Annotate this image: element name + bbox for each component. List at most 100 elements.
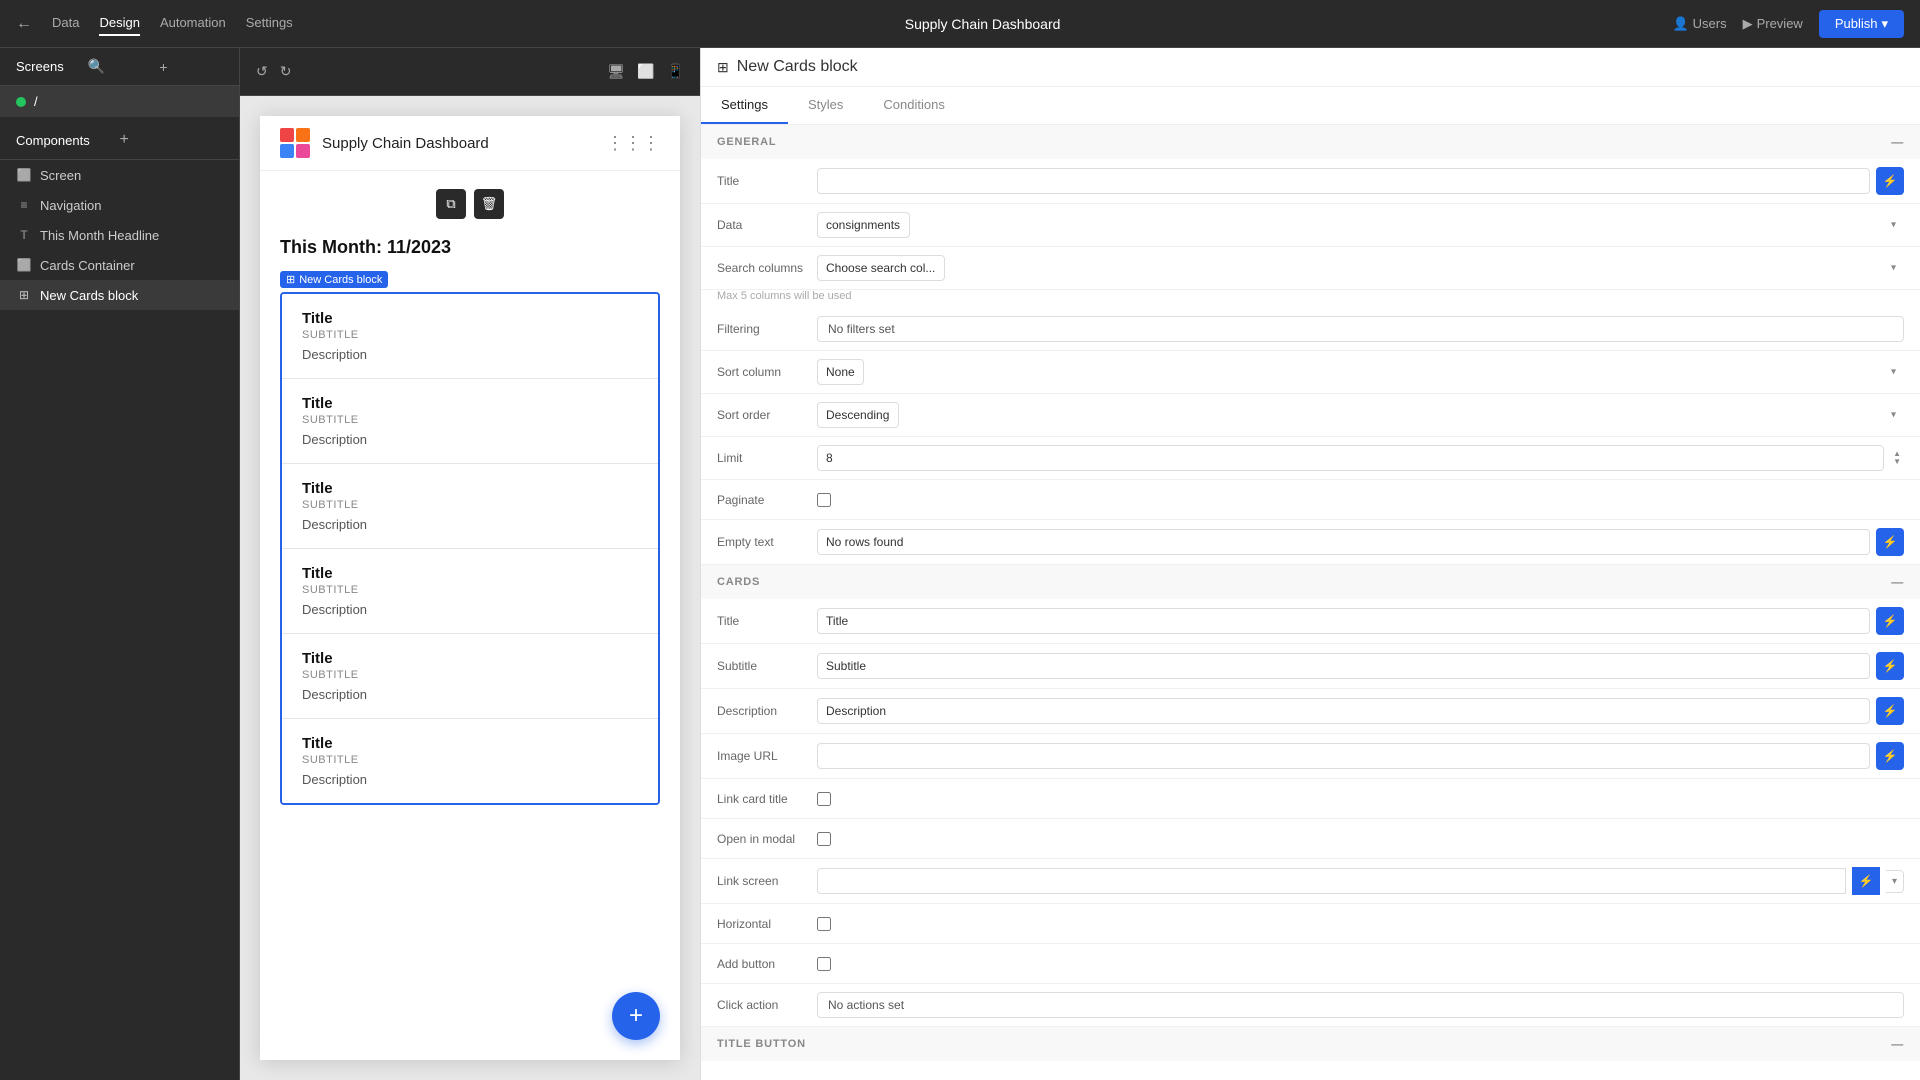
general-sort-column-select[interactable]: None: [817, 359, 864, 385]
general-data-row: Data consignments: [701, 204, 1920, 247]
nav-tab-design[interactable]: Design: [99, 11, 139, 36]
component-item-screen[interactable]: ⬜ Screen: [0, 160, 239, 190]
fab-button[interactable]: +: [612, 992, 660, 1040]
dots-icon[interactable]: ⋮⋮⋮: [606, 133, 660, 154]
logo-pink: [296, 144, 310, 158]
cards-link-card-title-checkbox[interactable]: [817, 792, 831, 806]
cards-title-input[interactable]: [817, 608, 1870, 634]
cards-subtitle-input[interactable]: [817, 653, 1870, 679]
card-title-6: Title: [302, 735, 638, 752]
app-title: Supply Chain Dashboard: [293, 16, 1673, 32]
redo-button[interactable]: ↻: [280, 63, 292, 80]
general-title-input[interactable]: [817, 168, 1870, 194]
back-button[interactable]: ←: [16, 15, 32, 33]
publish-button[interactable]: Publish ▾: [1819, 10, 1904, 38]
cards-title-row: Title ⚡: [701, 599, 1920, 644]
logo-blue: [280, 144, 294, 158]
add-component-button[interactable]: +: [120, 131, 224, 149]
title-button-collapse-button[interactable]: —: [1891, 1037, 1904, 1051]
cards-open-in-modal-label: Open in modal: [717, 832, 817, 846]
cards-description-lightning-button[interactable]: ⚡: [1876, 697, 1904, 725]
card-description-6: Description: [302, 772, 638, 787]
new-cards-block-label[interactable]: ⊞ New Cards block: [280, 271, 388, 288]
general-search-columns-label: Search columns: [717, 261, 817, 275]
table-row[interactable]: Title SUBTITLE Description: [282, 379, 658, 464]
table-row[interactable]: Title SUBTITLE Description: [282, 294, 658, 379]
no-actions-button[interactable]: No actions set: [817, 992, 1904, 1018]
general-empty-text-row: Empty text ⚡: [701, 520, 1920, 565]
cards-link-screen-label: Link screen: [717, 874, 817, 888]
cards-collapse-button[interactable]: —: [1891, 575, 1904, 589]
mobile-view-button[interactable]: 📱: [667, 63, 684, 80]
cards-link-screen-dropdown-button[interactable]: ▾: [1886, 870, 1904, 893]
cards-link-screen-row: Link screen ⚡ ▾: [701, 859, 1920, 904]
canvas-body: This Month: 11/2023 ⊞ New Cards block Ti…: [260, 217, 680, 825]
search-icon[interactable]: 🔍: [88, 58, 152, 75]
card-description-3: Description: [302, 517, 638, 532]
cards-image-url-input[interactable]: [817, 743, 1870, 769]
cards-link-screen-lightning-button[interactable]: ⚡: [1852, 867, 1880, 895]
general-section-header: GENERAL —: [701, 125, 1920, 159]
component-item-cards-container[interactable]: ⬜ Cards Container: [0, 250, 239, 280]
add-screen-button[interactable]: +: [159, 59, 223, 75]
general-paginate-label: Paginate: [717, 493, 817, 507]
cards-description-input[interactable]: [817, 698, 1870, 724]
general-limit-input[interactable]: [817, 445, 1884, 471]
duplicate-button[interactable]: ⧉: [436, 189, 466, 219]
general-sort-order-select[interactable]: Descending: [817, 402, 899, 428]
table-row[interactable]: Title SUBTITLE Description: [282, 719, 658, 803]
canvas-frame: Supply Chain Dashboard ⋮⋮⋮ ⧉ 🗑 This Mont…: [260, 116, 680, 1060]
preview-button[interactable]: ▶ Preview: [1743, 16, 1803, 32]
cards-open-in-modal-checkbox[interactable]: [817, 832, 831, 846]
card-title-3: Title: [302, 480, 638, 497]
component-item-navigation[interactable]: ≡ Navigation: [0, 190, 239, 220]
tab-conditions[interactable]: Conditions: [863, 87, 964, 124]
table-row[interactable]: Title SUBTITLE Description: [282, 549, 658, 634]
general-search-columns-select-wrapper: Choose search col...: [817, 255, 1904, 281]
table-row[interactable]: Title SUBTITLE Description: [282, 634, 658, 719]
cards-image-url-control: ⚡: [817, 742, 1904, 770]
general-paginate-checkbox[interactable]: [817, 493, 831, 507]
cards-click-action-control: No actions set: [817, 992, 1904, 1018]
component-item-new-cards-block[interactable]: ⊞ New Cards block: [0, 280, 239, 310]
card-title-1: Title: [302, 310, 638, 327]
undo-button[interactable]: ↺: [256, 63, 268, 80]
nav-tab-automation[interactable]: Automation: [160, 11, 226, 36]
chevron-down-icon: ▾: [1881, 16, 1888, 32]
cards-horizontal-checkbox[interactable]: [817, 917, 831, 931]
cards-add-button-checkbox[interactable]: [817, 957, 831, 971]
no-filters-button[interactable]: No filters set: [817, 316, 1904, 342]
table-row[interactable]: Title SUBTITLE Description: [282, 464, 658, 549]
general-paginate-control: [817, 493, 1904, 507]
navigation-comp-icon: ≡: [16, 197, 32, 213]
cards-image-url-lightning-button[interactable]: ⚡: [1876, 742, 1904, 770]
general-sort-column-select-wrapper: None: [817, 359, 1904, 385]
general-search-columns-select[interactable]: Choose search col...: [817, 255, 945, 281]
component-item-headline[interactable]: T This Month Headline: [0, 220, 239, 250]
new-cards-block-icon: ⊞: [16, 287, 32, 303]
users-button[interactable]: 👤 Users: [1672, 16, 1726, 32]
screen-item-root[interactable]: /: [0, 86, 239, 117]
general-data-select[interactable]: consignments: [817, 212, 910, 238]
cards-link-screen-input[interactable]: [817, 868, 1846, 894]
card-subtitle-3: SUBTITLE: [302, 499, 638, 511]
tablet-view-button[interactable]: ⬜: [637, 63, 654, 80]
nav-tab-settings[interactable]: Settings: [246, 11, 293, 36]
cards-subtitle-lightning-button[interactable]: ⚡: [1876, 652, 1904, 680]
general-empty-text-lightning-button[interactable]: ⚡: [1876, 528, 1904, 556]
general-collapse-button[interactable]: —: [1891, 135, 1904, 149]
limit-decrement-button[interactable]: ▼: [1890, 458, 1904, 466]
general-title-label: Title: [717, 174, 817, 188]
left-sidebar: Screens 🔍 + / Components + ⬜ Screen ≡ Na…: [0, 48, 240, 1080]
general-empty-text-input[interactable]: [817, 529, 1870, 555]
general-title-lightning-button[interactable]: ⚡: [1876, 167, 1904, 195]
tab-styles[interactable]: Styles: [788, 87, 863, 124]
nav-tab-data[interactable]: Data: [52, 11, 79, 36]
delete-button[interactable]: 🗑: [474, 189, 504, 219]
panel-block-icon: ⊞: [717, 59, 729, 76]
components-header: Components +: [0, 121, 239, 160]
top-right-actions: 👤 Users ▶ Preview Publish ▾: [1672, 10, 1904, 38]
tab-settings[interactable]: Settings: [701, 87, 788, 124]
cards-title-lightning-button[interactable]: ⚡: [1876, 607, 1904, 635]
desktop-view-button[interactable]: 🖥: [607, 63, 625, 80]
